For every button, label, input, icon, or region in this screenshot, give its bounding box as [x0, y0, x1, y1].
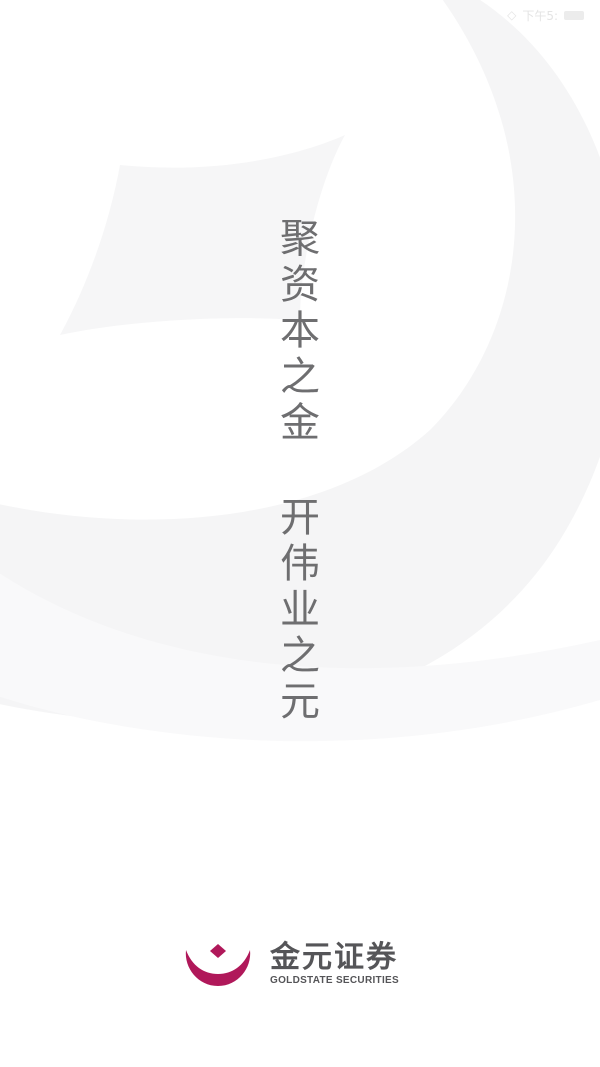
goldstate-logo-icon: [185, 944, 251, 986]
brand-lockup: 金元证券 GOLDSTATE SECURITIES: [180, 936, 399, 992]
splash-screen: ◇ 下午5: 聚 资 本 之 金 开 伟 业 之 元 金元证券 GOLDSTAT…: [0, 0, 600, 1067]
slogan-line-2: 开 伟 业 之 元: [276, 495, 324, 725]
slogan-char: 开: [280, 495, 320, 541]
status-bar: ◇ 下午5:: [507, 4, 584, 26]
slogan-char: 资: [280, 262, 320, 308]
slogan-char: 聚: [280, 216, 320, 262]
slogan-char: 之: [280, 633, 320, 679]
brand-name-en: GOLDSTATE SECURITIES: [270, 975, 399, 986]
slogan-char: 元: [280, 679, 320, 725]
brand-text: 金元证券 GOLDSTATE SECURITIES: [270, 941, 399, 987]
slogan-char: 本: [280, 308, 320, 354]
slogan-char: 业: [280, 587, 320, 633]
slogan-line-1: 聚 资 本 之 金: [276, 216, 324, 446]
wifi-icon: ◇: [507, 8, 517, 22]
status-text: 下午5:: [522, 8, 558, 23]
brand-name-cn: 金元证券: [270, 940, 398, 975]
slogan-char: 之: [280, 354, 320, 400]
battery-icon: [564, 10, 584, 20]
slogan-char: 伟: [280, 541, 320, 587]
slogan-char: 金: [280, 400, 320, 446]
